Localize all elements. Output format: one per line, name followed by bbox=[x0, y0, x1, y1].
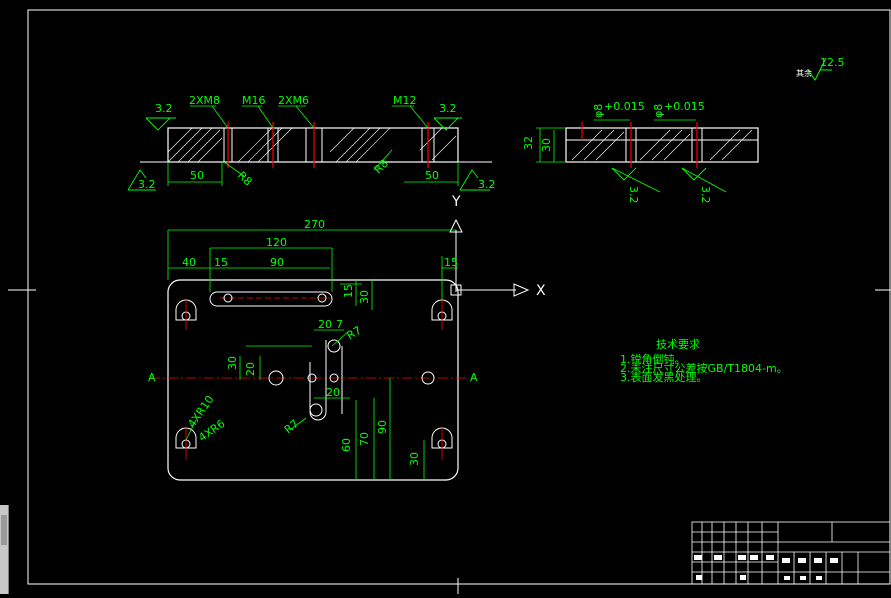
plan-view: X Y 270 120 40 15 90 15 15 30 20 7 R7 30… bbox=[148, 194, 546, 481]
section-a-right: A bbox=[470, 371, 478, 384]
side-roughness-2: 3.2 bbox=[699, 186, 712, 204]
technical-requirements: 技术要求 1.锐角倒钝。 2.未注尺寸公差按GB/T1804-m。 3.表面发黑… bbox=[620, 338, 788, 384]
section-a-left: A bbox=[148, 371, 156, 384]
dim-20c: 20 bbox=[326, 386, 340, 399]
center-features bbox=[268, 339, 435, 421]
drawing-frame bbox=[27, 9, 891, 585]
front-radius-right: R8 bbox=[372, 157, 392, 177]
side-bore-2-tol: +0.015 bbox=[664, 100, 705, 113]
front-hole-2: M16 bbox=[242, 94, 266, 107]
front-roughness-4: 3.2 bbox=[478, 178, 496, 191]
scrollbar-thumb[interactable] bbox=[1, 515, 7, 545]
front-hole-3: 2XM6 bbox=[278, 94, 309, 107]
frame-center-marks bbox=[8, 289, 891, 594]
roughness-main-value: 12.5 bbox=[820, 56, 845, 69]
front-roughness-2: 3.2 bbox=[439, 102, 457, 115]
front-hatch bbox=[167, 127, 457, 163]
dim-radius-bottom: R7 bbox=[282, 417, 302, 436]
title-block bbox=[691, 521, 891, 585]
front-hole-4: M12 bbox=[393, 94, 417, 107]
dim-slot-v1: 15 bbox=[342, 284, 355, 298]
dim-overall-width: 270 bbox=[304, 218, 325, 231]
dim-slot-inner-offset: 15 bbox=[214, 256, 228, 269]
dim-30: 30 bbox=[226, 356, 239, 370]
side-height-total: 32 bbox=[522, 136, 535, 150]
dim-slot-span: 120 bbox=[266, 236, 287, 249]
dim-left-offset: 40 bbox=[182, 256, 196, 269]
axis-y-label: Y bbox=[451, 194, 461, 210]
vertical-scrollbar[interactable] bbox=[0, 505, 9, 594]
plan-dimension-lines bbox=[167, 229, 458, 480]
roughness-note: 其余 bbox=[796, 68, 812, 78]
dim-60: 60 bbox=[340, 438, 353, 452]
dim-20b: 20 bbox=[244, 362, 257, 376]
front-dim-left: 50 bbox=[190, 169, 204, 182]
front-hole-1: 2XM8 bbox=[189, 94, 220, 107]
dim-right-offset: 15 bbox=[444, 256, 458, 269]
side-section-view: 32 30 φ8 +0.015 φ8 +0.015 3.2 3.2 bbox=[522, 100, 759, 204]
front-dim-right: 50 bbox=[425, 169, 439, 182]
x-axis-arrow bbox=[513, 283, 530, 297]
front-section-view: 50 50 R8 R8 2XM8 M16 2XM6 M12 3.2 3.2 3.… bbox=[127, 94, 496, 191]
front-roughness-1: 3.2 bbox=[155, 102, 173, 115]
dim-20a: 20 bbox=[318, 318, 332, 331]
title-block-fill bbox=[694, 555, 838, 580]
front-roughness-3: 3.2 bbox=[138, 178, 156, 191]
cad-drawing-canvas[interactable]: 12.5 其余 50 50 R8 R8 2XM8 M16 2XM6 M12 3.… bbox=[0, 0, 891, 594]
side-bore-1-tol: +0.015 bbox=[604, 100, 645, 113]
dim-slot-length: 90 bbox=[270, 256, 284, 269]
tech-req-title: 技术要求 bbox=[656, 338, 700, 351]
side-roughness-1: 3.2 bbox=[627, 186, 640, 204]
dim-70: 70 bbox=[358, 432, 371, 446]
plate-outline bbox=[167, 279, 459, 481]
dim-radius-top: R7 bbox=[345, 324, 364, 343]
roughness-general-symbol: 12.5 其余 bbox=[796, 56, 845, 81]
axis-x-label: X bbox=[536, 283, 546, 299]
dim-30b: 30 bbox=[408, 452, 421, 466]
dim-7: 7 bbox=[336, 318, 343, 331]
cad-drawing[interactable]: 12.5 其余 50 50 R8 R8 2XM8 M16 2XM6 M12 3.… bbox=[0, 0, 891, 594]
side-height-inner: 30 bbox=[540, 138, 553, 152]
dim-slot-v2: 30 bbox=[358, 290, 371, 304]
tech-req-line-3: 3.表面发黑处理。 bbox=[620, 370, 708, 384]
dim-90: 90 bbox=[376, 420, 389, 434]
